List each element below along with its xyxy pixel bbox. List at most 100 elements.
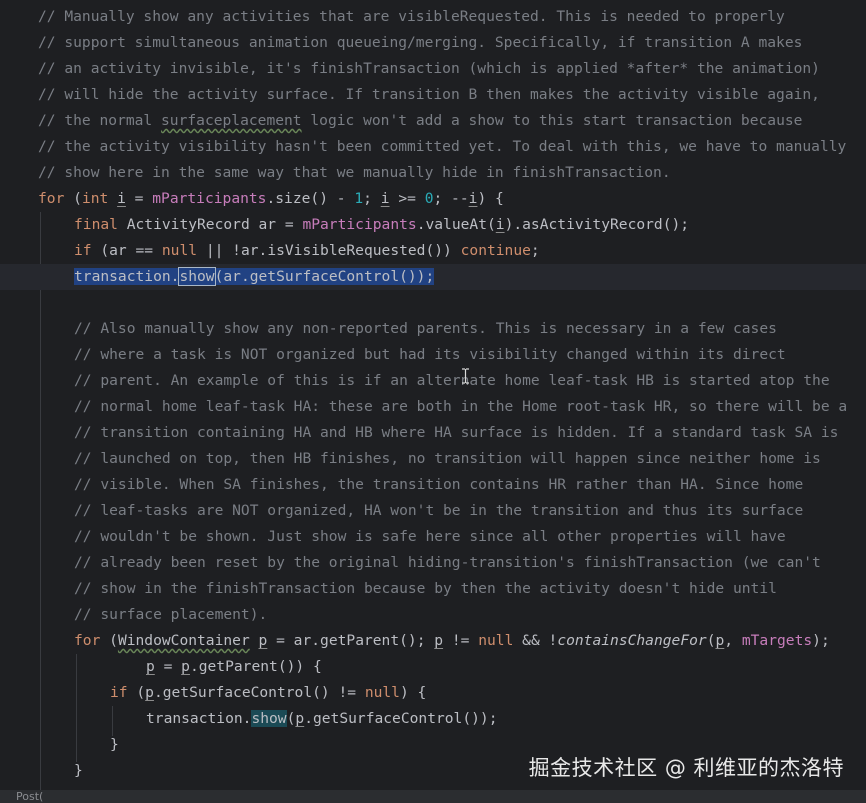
code-text: ( — [64, 190, 82, 207]
comment-text: logic won't add a show to this start tra… — [301, 112, 803, 129]
comment-text: // an activity invisible, it's finishTra… — [38, 60, 820, 77]
variable: i — [117, 190, 126, 207]
code-line: for (int i = mParticipants.size() - 1; i… — [0, 186, 866, 212]
code-line: if (ar == null || !ar.isVisibleRequested… — [0, 238, 866, 264]
code-line: if (p.getSurfaceControl() != null) { — [0, 680, 866, 706]
comment-text: // launched on top, then HB finishes, no… — [74, 450, 821, 467]
spellcheck-word: surfaceplacement — [161, 112, 302, 129]
variable: i — [495, 216, 505, 233]
code-text: && ! — [513, 632, 558, 649]
code-line: // launched on top, then HB finishes, no… — [0, 446, 866, 472]
code-text: ) { — [399, 684, 427, 701]
keyword: null — [161, 242, 198, 259]
code-line: // Also manually show any non-reported p… — [0, 316, 866, 342]
text-cursor-icon — [462, 368, 469, 384]
variable: p — [715, 632, 725, 649]
field: mParticipants — [302, 216, 417, 233]
comment-text: // show in the finishTransaction because… — [74, 580, 777, 597]
code-line: // where a task is NOT organized but had… — [0, 342, 866, 368]
comment-text: // the normal — [38, 112, 162, 129]
field: mTargets — [741, 632, 813, 649]
code-line: p = p.getParent()) { — [0, 654, 866, 680]
code-line: for (WindowContainer p = ar.getParent();… — [0, 628, 866, 654]
code-text: = ar.getParent(); — [267, 632, 435, 649]
comment-text: // show here in the same way that we man… — [38, 164, 671, 181]
keyword: null — [478, 632, 514, 649]
comment-text: // will hide the activity surface. If tr… — [38, 86, 820, 103]
code-text: ) { — [477, 190, 504, 207]
code-line: // already been reset by the original hi… — [0, 550, 866, 576]
method-call: containsChangeFor — [557, 632, 707, 649]
keyword: final — [74, 216, 118, 233]
code-text: ( — [100, 632, 118, 649]
comment-text: // where a task is NOT organized but had… — [74, 346, 786, 363]
comment-text: // Also manually show any non-reported p… — [74, 320, 777, 337]
selected-text: (ar.getSurfaceControl()); — [214, 268, 435, 285]
code-editor[interactable]: // Manually show any activities that are… — [0, 0, 866, 803]
variable: p — [181, 658, 190, 675]
keyword: for — [38, 190, 65, 207]
code-text: ).asActivityRecord(); — [504, 216, 690, 233]
code-line: // normal home leaf-task HA: these are b… — [0, 394, 866, 420]
keyword: continue — [460, 242, 531, 259]
code-line: // show here in the same way that we man… — [0, 160, 866, 186]
code-line: // the normal surfaceplacement logic won… — [0, 108, 866, 134]
variable: i — [380, 190, 390, 207]
code-text: transaction. — [146, 710, 252, 727]
code-line: // surface placement). — [0, 602, 866, 628]
code-text: ActivityRecord ar = — [117, 216, 303, 233]
code-text: ); — [812, 632, 830, 649]
code-text: , — [724, 632, 742, 649]
keyword: if — [74, 242, 92, 259]
code-text: = — [154, 658, 182, 675]
selected-method: show — [178, 267, 216, 286]
comment-text: // the activity visibility hasn't been c… — [38, 138, 847, 155]
code-text: .getSurfaceControl() != — [153, 684, 365, 701]
code-line: // transition containing HA and HB where… — [0, 420, 866, 446]
comment-text: // visible. When SA finishes, the transi… — [74, 476, 804, 493]
code-text: ( — [127, 684, 146, 701]
code-line: transaction.show(p.getSurfaceControl()); — [0, 706, 866, 732]
code-line: // show in the finishTransaction because… — [0, 576, 866, 602]
code-text: >= — [389, 190, 425, 207]
code-line: // an activity invisible, it's finishTra… — [0, 56, 866, 82]
keyword: null — [364, 684, 400, 701]
comment-text: // leaf-tasks are NOT organized, HA won'… — [74, 502, 804, 519]
comment-text: // Manually show any activities that are… — [38, 8, 785, 25]
comment-text: // already been reset by the original hi… — [74, 554, 821, 571]
status-text: Post( — [16, 790, 44, 803]
code-line: // will hide the activity surface. If tr… — [0, 82, 866, 108]
number: 1 — [354, 190, 364, 207]
code-line: // Manually show any activities that are… — [0, 4, 866, 30]
code-text: = — [125, 190, 153, 207]
keyword: for — [74, 632, 101, 649]
code-line: // parent. An example of this is if an a… — [0, 368, 866, 394]
code-text: .getSurfaceControl()); — [304, 710, 498, 727]
code-line: // visible. When SA finishes, the transi… — [0, 472, 866, 498]
variable: p — [258, 632, 268, 649]
code-line: final ActivityRecord ar = mParticipants.… — [0, 212, 866, 238]
variable: p — [146, 658, 155, 675]
keyword: int — [81, 190, 109, 207]
code-text: (ar == — [91, 242, 162, 259]
status-strip: Post( — [0, 790, 866, 803]
code-text: ; -- — [433, 190, 469, 207]
comment-text: // parent. An example of this is if an a… — [74, 372, 830, 389]
code-text: .getParent()) { — [189, 658, 322, 675]
selected-text: transaction. — [74, 268, 180, 285]
keyword: if — [110, 684, 128, 701]
code-line-current[interactable]: transaction.show(ar.getSurfaceControl())… — [0, 264, 866, 290]
code-text: ; — [363, 190, 381, 207]
code-text: != — [443, 632, 479, 649]
code-text: || !ar.isVisibleRequested()) — [197, 242, 461, 259]
code-line: // leaf-tasks are NOT organized, HA won'… — [0, 498, 866, 524]
code-text: .size() - — [266, 190, 355, 207]
comment-text: // surface placement). — [74, 606, 268, 623]
code-text: .valueAt( — [416, 216, 496, 233]
watermark: 掘金技术社区 @ 利维亚的杰洛特 — [528, 756, 844, 780]
field: mParticipants — [152, 190, 267, 207]
comment-text: // transition containing HA and HB where… — [74, 424, 839, 441]
type-name: WindowContainer — [117, 632, 250, 649]
